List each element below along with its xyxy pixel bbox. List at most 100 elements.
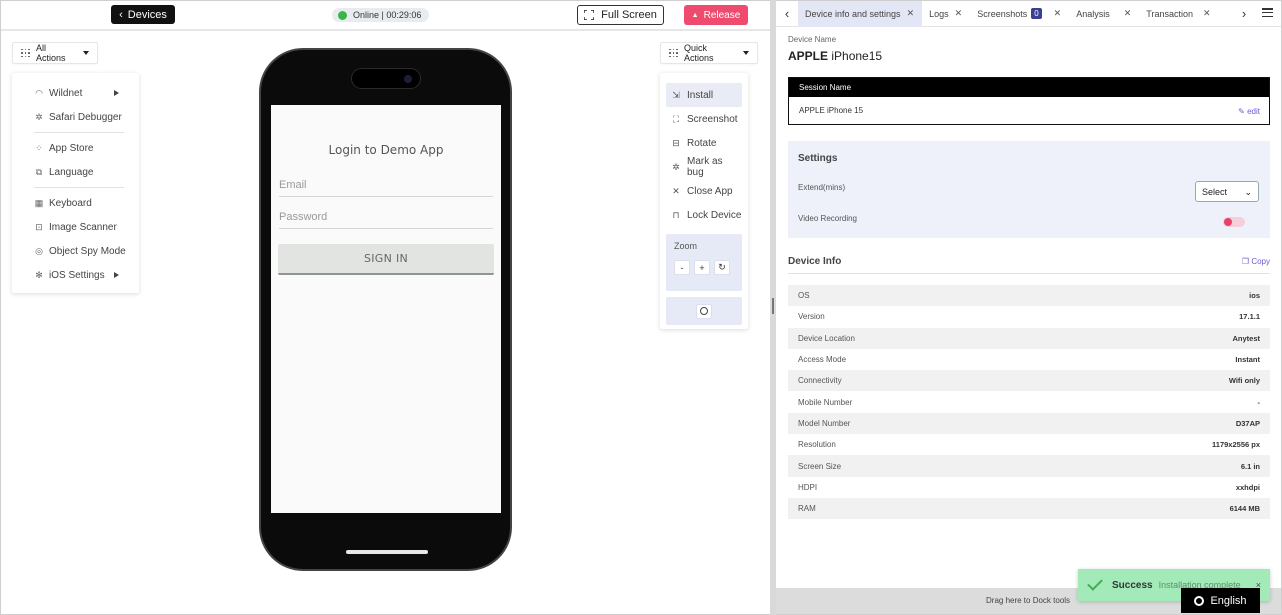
quick-actions-button[interactable]: Quick Actions	[660, 42, 758, 64]
close-icon[interactable]: ✕	[1124, 8, 1132, 19]
table-row: Connectivity Wifi only	[788, 370, 1270, 392]
phone-screen[interactable]: Login to Demo App Email Password SIGN IN	[271, 105, 501, 513]
zoom-reset-button[interactable]: ↻	[714, 260, 730, 275]
device-info-title: Device Info	[788, 256, 842, 267]
close-icon[interactable]: ✕	[1203, 8, 1211, 19]
translate-icon: ⧉	[35, 166, 43, 177]
menu-item-ios-settings[interactable]: ✻ iOS Settings	[12, 263, 139, 287]
session-edit-link[interactable]: ✎ edit	[1238, 107, 1260, 116]
close-icon: ✕	[672, 185, 680, 196]
tools-panel: ‹ Device info and settings ✕ Logs ✕ Scre…	[776, 0, 1281, 614]
extend-select-value: Select	[1202, 186, 1228, 197]
circle-icon	[700, 307, 708, 315]
release-label: Release	[703, 9, 741, 21]
extend-label: Extend(mins)	[798, 183, 846, 192]
menu-item-app-store[interactable]: ⁘ App Store	[12, 136, 139, 160]
table-row: Model Number D37AP	[788, 412, 1270, 435]
tabs-next-button[interactable]: ›	[1233, 1, 1255, 27]
tab-transaction[interactable]: Transaction ✕	[1139, 1, 1218, 27]
toast-title: Success	[1112, 579, 1153, 591]
quick-item-screenshot[interactable]: ⛶ Screenshot	[666, 107, 742, 131]
tab-label: Analysis	[1076, 8, 1110, 19]
device-name-label: Device Name	[788, 35, 837, 44]
tab-device-info[interactable]: Device info and settings ✕	[798, 0, 923, 27]
menu-item-label: Wildnet	[49, 87, 83, 99]
tab-label: Transaction	[1146, 8, 1193, 19]
tab-analysis[interactable]: Analysis ✕	[1069, 1, 1139, 27]
language-selector[interactable]: English	[1181, 588, 1260, 613]
session-box: Session Name APPLE iPhone 15 ✎ edit	[788, 77, 1270, 125]
menu-item-keyboard[interactable]: ▦ Keyboard	[12, 191, 139, 215]
install-icon: ⇲	[672, 89, 680, 100]
table-row: Access Mode Instant	[788, 349, 1270, 370]
menu-item-image-scanner[interactable]: ⊡ Image Scanner	[12, 215, 139, 239]
table-row: Screen Size 6.1 in	[788, 455, 1270, 477]
menu-item-label: iOS Settings	[49, 269, 105, 281]
table-row: OS ios	[788, 285, 1270, 307]
screenshot-icon: ⛶	[672, 113, 680, 124]
password-field[interactable]: Password	[279, 209, 493, 229]
release-button[interactable]: ▲ Release	[684, 5, 748, 25]
phone-frame: Login to Demo App Email Password SIGN IN	[259, 48, 512, 571]
globe-icon	[1194, 595, 1205, 606]
tab-screenshots[interactable]: Screenshots 0 ✕	[970, 1, 1069, 27]
home-button[interactable]	[696, 303, 712, 319]
quick-item-label: Screenshot	[687, 113, 738, 125]
table-row: Mobile Number -	[788, 391, 1270, 412]
fullscreen-label: Full Screen	[601, 9, 657, 21]
quick-item-mark-bug[interactable]: ✲ Mark as bug	[666, 155, 742, 179]
fullscreen-button[interactable]: Full Screen	[577, 5, 664, 25]
row-value: xxhdpi	[1235, 482, 1260, 492]
quick-item-label: Rotate	[687, 137, 717, 149]
menu-divider	[34, 187, 124, 188]
language-label: English	[1210, 594, 1247, 607]
tab-logs[interactable]: Logs ✕	[922, 1, 970, 27]
menu-item-language[interactable]: ⧉ Language	[12, 160, 139, 184]
row-value: 6144 MB	[1229, 504, 1260, 514]
menu-item-safari-debugger[interactable]: ✲ Safari Debugger	[12, 105, 139, 129]
refresh-icon: ↻	[718, 262, 726, 272]
device-brand: APPLE	[788, 49, 829, 63]
copy-label: Copy	[1251, 257, 1270, 266]
copy-button[interactable]: ❐ Copy	[1242, 257, 1270, 266]
quick-item-install[interactable]: ⇲ Install	[666, 83, 742, 107]
zoom-in-button[interactable]: +	[694, 260, 710, 275]
copy-icon: ❐	[1241, 257, 1250, 266]
spy-icon: ◎	[35, 245, 43, 256]
row-key: Resolution	[798, 440, 836, 450]
chevron-right-icon: ›	[1241, 6, 1247, 21]
email-field[interactable]: Email	[279, 177, 493, 197]
tab-label: Screenshots	[977, 8, 1028, 19]
login-title: Login to Demo App	[328, 143, 444, 157]
tabs-prev-button[interactable]: ‹	[776, 1, 798, 27]
close-icon[interactable]: ✕	[1054, 8, 1062, 19]
home-indicator[interactable]	[346, 550, 428, 554]
sign-in-button[interactable]: SIGN IN	[278, 244, 494, 275]
quick-item-rotate[interactable]: ⊟ Rotate	[666, 131, 742, 155]
session-name-value: APPLE iPhone 15	[799, 106, 864, 115]
bug-icon: ✲	[672, 161, 680, 172]
submenu-arrow-icon	[114, 272, 119, 278]
menu-item-wildnet[interactable]: ◠ Wildnet	[12, 81, 139, 105]
video-recording-toggle[interactable]	[1223, 217, 1245, 227]
row-value: ios	[1249, 291, 1260, 301]
quick-item-label: Install	[687, 89, 714, 101]
chevron-left-icon: ‹	[119, 8, 123, 21]
zoom-out-button[interactable]: -	[674, 260, 690, 275]
table-row: HDPI xxhdpi	[788, 477, 1270, 498]
drag-handle-icon[interactable]	[772, 298, 774, 314]
devices-back-button[interactable]: ‹ Devices	[111, 5, 175, 24]
hamburger-menu-icon[interactable]	[1262, 8, 1273, 17]
row-key: Mobile Number	[798, 397, 853, 407]
tab-label: Logs	[929, 8, 949, 19]
row-value: D37AP	[1235, 418, 1260, 428]
quick-item-close-app[interactable]: ✕ Close App	[666, 179, 742, 203]
close-icon[interactable]: ✕	[955, 8, 963, 19]
menu-item-object-spy[interactable]: ◎ Object Spy Mode	[12, 239, 139, 263]
quick-item-lock-device[interactable]: ⊓ Lock Device	[666, 203, 742, 227]
extend-select[interactable]: Select ⌄	[1195, 181, 1259, 202]
home-button-panel	[666, 297, 742, 325]
all-actions-button[interactable]: All Actions	[12, 42, 98, 64]
edit-icon: ✎	[1238, 107, 1245, 116]
close-icon[interactable]: ✕	[907, 8, 915, 19]
